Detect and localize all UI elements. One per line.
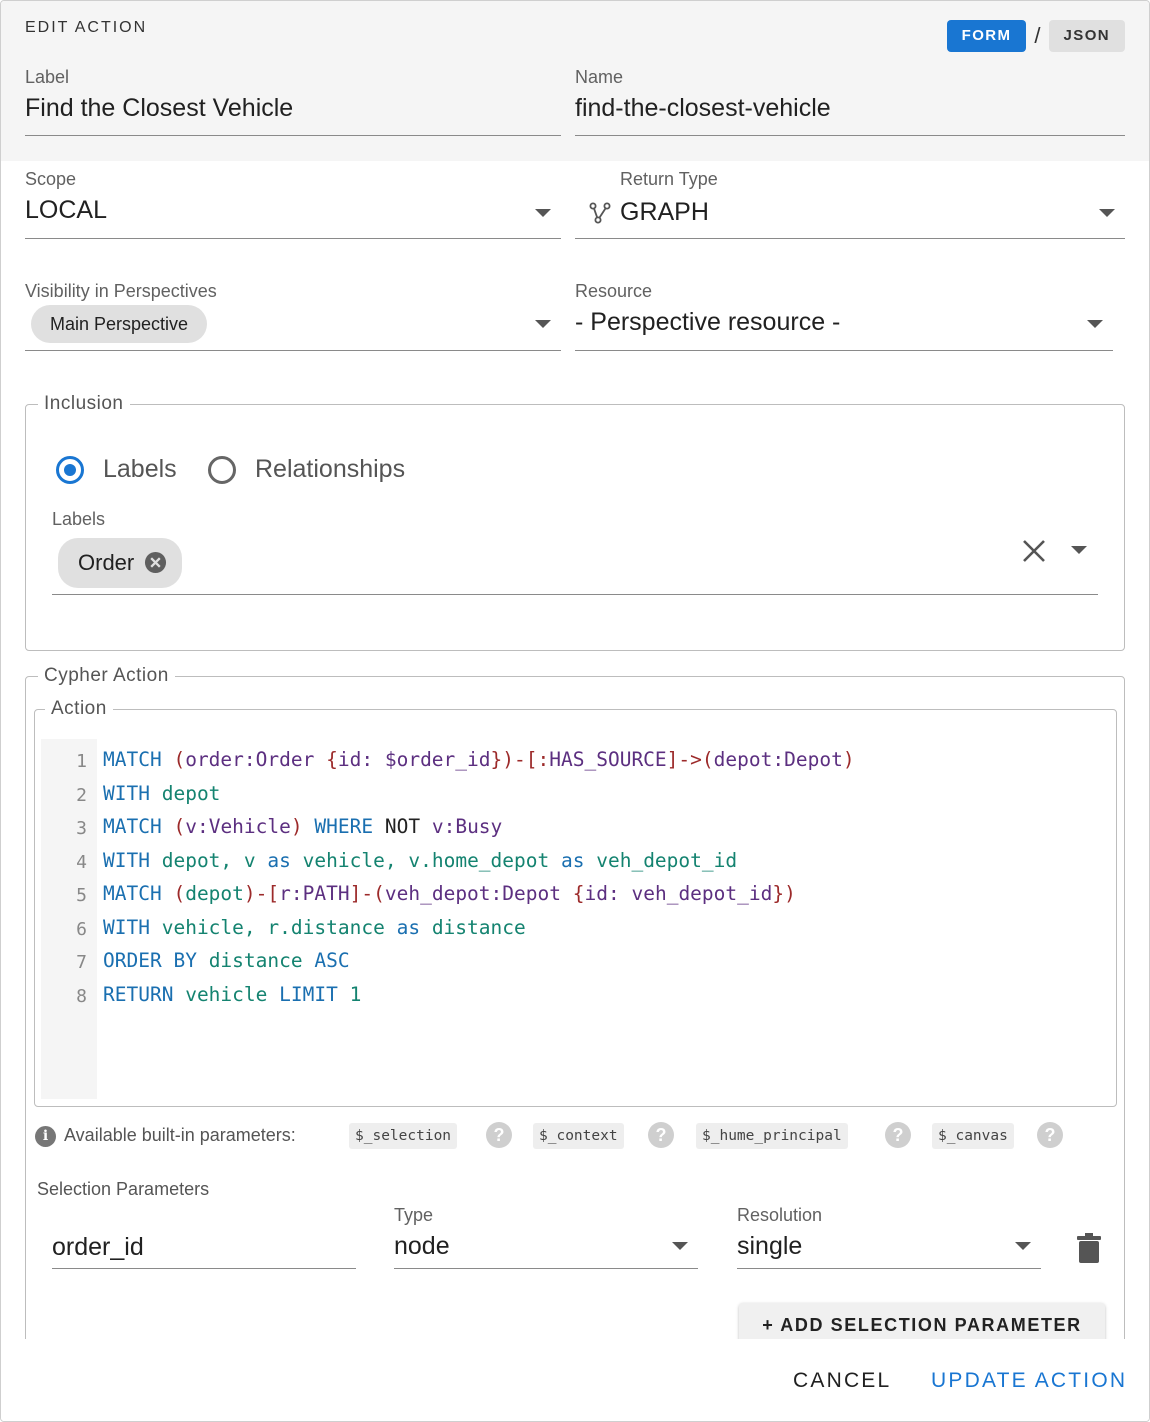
return-type-label: Return Type (620, 169, 718, 189)
label-field[interactable]: Label Find the Closest Vehicle (25, 67, 561, 137)
builtin-params-label: Available built-in parameters: (64, 1125, 296, 1145)
resource-value: - Perspective resource - (575, 308, 841, 336)
name-underline (575, 135, 1125, 136)
code-line: WITH depot, v as vehicle, v.home_depot a… (103, 848, 738, 872)
json-mode-button[interactable]: JSON (1048, 20, 1125, 52)
param-resolution-label: Resolution (737, 1205, 823, 1225)
perspective-chip[interactable]: Main Perspective (31, 305, 208, 343)
label-input[interactable]: Find the Closest Vehicle (25, 94, 561, 123)
scope-select[interactable]: Scope LOCAL (25, 169, 561, 241)
code-line: MATCH (order:Order {id: $order_id})-[:HA… (103, 748, 855, 771)
return-type-dropdown-icon[interactable] (1099, 209, 1115, 217)
order-chip-label: Order (78, 550, 135, 575)
return-type-select[interactable]: Return Type GRAPH (575, 169, 1125, 241)
line-number: 1 (76, 751, 87, 772)
param-type-value: node (394, 1232, 450, 1260)
param-type-underline (394, 1268, 698, 1269)
help-icon[interactable]: ? (648, 1122, 674, 1148)
code-line: WITH depot (103, 781, 221, 805)
line-number: 7 (76, 952, 87, 973)
line-number: 3 (76, 818, 87, 839)
param-name-underline (52, 1268, 356, 1269)
resource-dropdown-icon[interactable] (1087, 320, 1103, 328)
clear-icon[interactable] (1022, 539, 1046, 563)
label-field-label: Label (25, 67, 70, 87)
param-resolution-underline (737, 1268, 1041, 1269)
help-icon[interactable]: ? (486, 1122, 512, 1148)
mode-separator: / (1034, 23, 1041, 48)
edit-action-dialog: EDIT ACTION FORM / JSON Label Find the C… (0, 0, 1150, 1422)
scope-value: LOCAL (25, 196, 107, 224)
visibility-select[interactable]: Visibility in Perspectives Main Perspect… (25, 281, 561, 353)
update-action-button[interactable]: UPDATE ACTION (931, 1369, 1127, 1393)
param-type-dropdown-icon[interactable] (672, 1242, 688, 1250)
param-resolution-value: single (737, 1232, 803, 1260)
help-icon[interactable]: ? (885, 1122, 911, 1148)
labels-dropdown-icon[interactable] (1071, 546, 1087, 554)
dialog-header: EDIT ACTION FORM / JSON Label Find the C… (1, 1, 1149, 161)
order-chip: Order (58, 538, 182, 588)
return-type-value: GRAPH (620, 198, 709, 226)
inclusion-legend: Inclusion (44, 393, 124, 414)
scope-label: Scope (25, 169, 77, 189)
graph-icon (589, 202, 611, 224)
param-name-input[interactable]: order_id (52, 1233, 356, 1262)
builtin-param-hume-principal: $_hume_principal (696, 1123, 848, 1149)
code-editor[interactable]: 1 2 3 4 5 6 7 8 MATCH (order:Order {id: … (41, 739, 1113, 1099)
mode-toggle: FORM / JSON (946, 20, 1125, 52)
form-mode-button[interactable]: FORM (946, 20, 1027, 52)
code-line: MATCH (v:Vehicle) WHERE NOT v:Busy (103, 815, 503, 838)
label-underline (25, 135, 561, 136)
param-name-field[interactable]: order_id (52, 1233, 356, 1269)
visibility-underline (25, 350, 561, 351)
return-type-underline (575, 238, 1125, 239)
chip-delete-icon[interactable] (144, 551, 167, 574)
code-line: ORDER BY distance ASC (103, 949, 350, 972)
relationships-radio-label[interactable]: Relationships (255, 455, 405, 484)
param-type-label: Type (394, 1205, 434, 1225)
resource-label: Resource (575, 281, 653, 301)
scope-dropdown-icon[interactable] (535, 209, 551, 217)
param-resolution-dropdown-icon[interactable] (1015, 1242, 1031, 1250)
line-number: 4 (76, 851, 87, 873)
line-number: 6 (76, 918, 87, 940)
builtin-param-context: $_context (533, 1123, 624, 1149)
line-number: 8 (76, 985, 87, 1007)
info-icon: i (35, 1126, 56, 1147)
labels-radio[interactable] (56, 456, 84, 484)
labels-field-label: Labels (52, 509, 106, 529)
param-resolution-select[interactable]: Resolution single (737, 1205, 1041, 1269)
dialog-title: EDIT ACTION (25, 19, 148, 36)
line-number: 2 (76, 784, 87, 806)
name-field[interactable]: Name find-the-closest-vehicle (575, 67, 1125, 137)
code-line: WITH vehicle, r.distance as distance (103, 915, 526, 939)
builtin-param-selection: $_selection (349, 1123, 458, 1149)
visibility-dropdown-icon[interactable] (535, 320, 551, 328)
code-line: RETURN vehicle LIMIT 1 (103, 982, 362, 1006)
dialog-footer: CANCEL UPDATE ACTION (1, 1339, 1149, 1421)
line-number: 5 (76, 885, 87, 906)
code-line: MATCH (depot)-[r:PATH]-(veh_depot:Depot … (103, 882, 796, 905)
delete-icon[interactable] (1077, 1233, 1101, 1263)
action-legend: Action (51, 698, 107, 719)
name-input[interactable]: find-the-closest-vehicle (575, 94, 1125, 123)
name-field-label: Name (575, 67, 624, 87)
labels-radio-label[interactable]: Labels (103, 455, 177, 484)
labels-autocomplete[interactable]: Labels Order (52, 509, 1098, 597)
param-type-select[interactable]: Type node (394, 1205, 698, 1269)
relationships-radio[interactable] (208, 456, 236, 484)
resource-select[interactable]: Resource - Perspective resource - (575, 281, 1113, 353)
help-icon[interactable]: ? (1037, 1122, 1063, 1148)
cancel-button[interactable]: CANCEL (793, 1369, 891, 1393)
selection-params-title: Selection Parameters (37, 1179, 210, 1199)
labels-underline (52, 594, 1098, 595)
resource-underline (575, 350, 1113, 351)
scope-underline (25, 238, 561, 239)
cypher-action-legend: Cypher Action (44, 665, 169, 686)
builtin-param-canvas: $_canvas (932, 1123, 1014, 1149)
visibility-label: Visibility in Perspectives (25, 281, 217, 301)
